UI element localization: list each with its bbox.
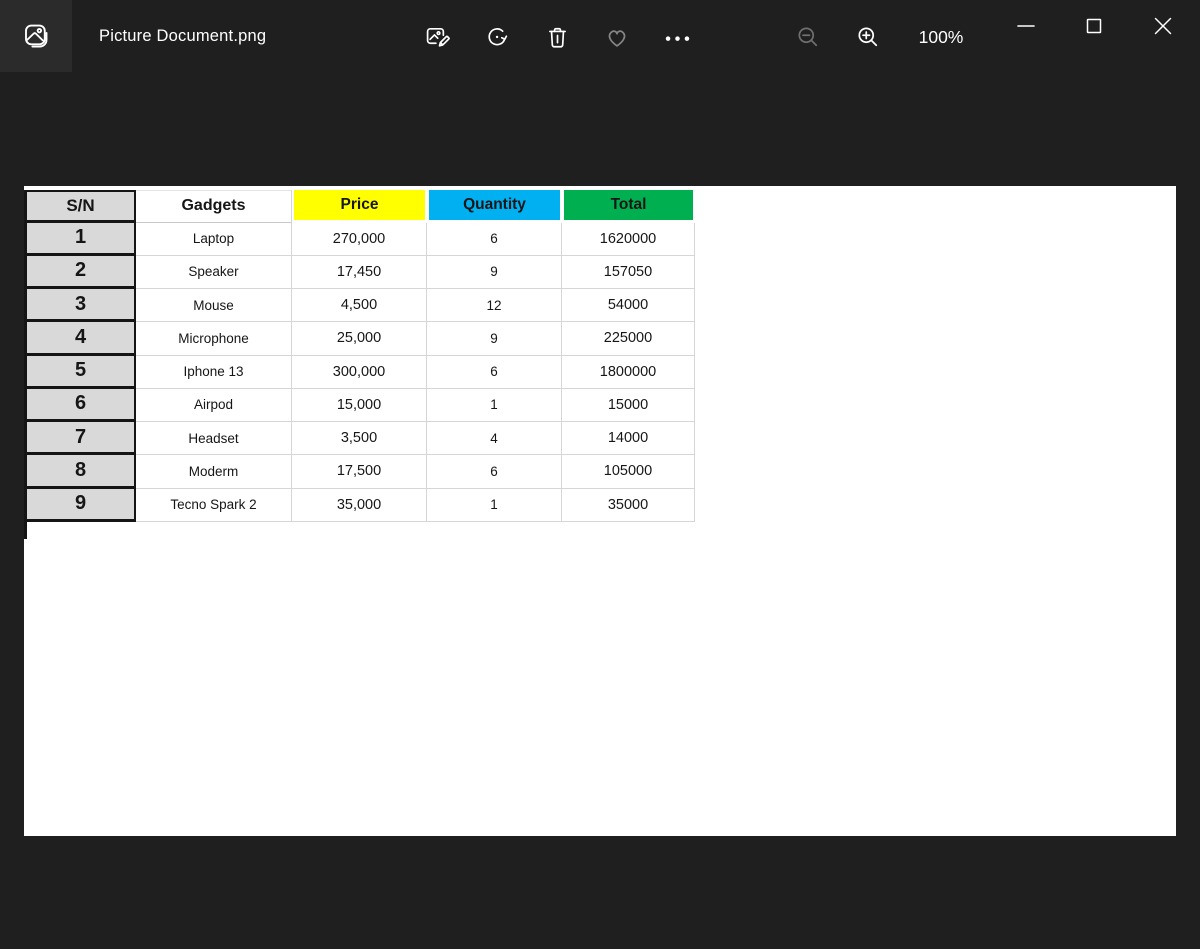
window-title: Picture Document.png	[99, 0, 266, 72]
cell-sn: 5	[24, 356, 136, 389]
photos-app-icon	[21, 21, 51, 51]
column-header-quantity: Quantity	[427, 190, 562, 223]
cell-price: 4,500	[292, 289, 427, 322]
image-canvas[interactable]: S/N Gadgets Price Quantity Total 1 Lapto…	[24, 186, 1176, 836]
heart-icon	[603, 23, 631, 51]
delete-button[interactable]	[533, 13, 581, 61]
cell-price: 270,000	[292, 223, 427, 256]
cell-sn: 9	[24, 489, 136, 522]
cell-price: 17,500	[292, 455, 427, 488]
cropped-row-border-stub	[24, 522, 27, 539]
photos-app-button[interactable]	[0, 0, 72, 72]
cell-total: 1620000	[562, 223, 695, 256]
zoom-in-icon	[855, 24, 881, 50]
edit-image-icon	[424, 24, 451, 51]
gadgets-table: S/N Gadgets Price Quantity Total 1 Lapto…	[24, 190, 695, 522]
close-icon	[1151, 14, 1175, 38]
cell-price: 25,000	[292, 322, 427, 355]
cell-price: 3,500	[292, 422, 427, 455]
more-options-button[interactable]	[653, 13, 701, 61]
cell-gadget: Laptop	[136, 223, 292, 256]
cell-total: 157050	[562, 256, 695, 289]
maximize-button[interactable]	[1071, 3, 1117, 49]
zoom-in-button[interactable]	[844, 13, 892, 61]
cell-quantity: 6	[427, 356, 562, 389]
cell-sn: 3	[24, 289, 136, 322]
cell-gadget: Speaker	[136, 256, 292, 289]
cell-total: 15000	[562, 389, 695, 422]
cell-quantity: 1	[427, 489, 562, 522]
cell-price: 35,000	[292, 489, 427, 522]
cell-gadget: Mouse	[136, 289, 292, 322]
cell-gadget: Moderm	[136, 455, 292, 488]
cell-quantity: 12	[427, 289, 562, 322]
minimize-icon	[1015, 15, 1037, 37]
column-header-sn: S/N	[24, 190, 136, 223]
cell-quantity: 6	[427, 223, 562, 256]
minimize-button[interactable]	[1003, 3, 1049, 49]
close-button[interactable]	[1140, 3, 1186, 49]
cell-gadget: Iphone 13	[136, 356, 292, 389]
maximize-icon	[1083, 15, 1105, 37]
more-options-icon	[664, 24, 691, 51]
cell-gadget: Airpod	[136, 389, 292, 422]
cell-price: 15,000	[292, 389, 427, 422]
cell-sn: 1	[24, 223, 136, 256]
cell-sn: 7	[24, 422, 136, 455]
column-header-total: Total	[562, 190, 695, 223]
cell-quantity: 9	[427, 322, 562, 355]
cell-sn: 8	[24, 455, 136, 488]
cell-gadget: Microphone	[136, 322, 292, 355]
zoom-out-icon	[795, 24, 821, 50]
zoom-level-label: 100%	[898, 13, 984, 61]
cell-sn: 4	[24, 322, 136, 355]
cell-total: 54000	[562, 289, 695, 322]
cell-sn: 6	[24, 389, 136, 422]
cell-quantity: 4	[427, 422, 562, 455]
zoom-out-button[interactable]	[784, 13, 832, 61]
cell-total: 225000	[562, 322, 695, 355]
cell-quantity: 1	[427, 389, 562, 422]
cell-price: 300,000	[292, 356, 427, 389]
cell-quantity: 9	[427, 256, 562, 289]
delete-icon	[544, 24, 571, 51]
edit-image-button[interactable]	[413, 13, 461, 61]
cell-total: 1800000	[562, 356, 695, 389]
column-header-gadgets: Gadgets	[136, 190, 292, 223]
cell-total: 14000	[562, 422, 695, 455]
cell-total: 105000	[562, 455, 695, 488]
rotate-icon	[484, 24, 511, 51]
cell-gadget: Headset	[136, 422, 292, 455]
cell-price: 17,450	[292, 256, 427, 289]
quantity-header-fill: Quantity	[429, 190, 560, 220]
cell-total: 35000	[562, 489, 695, 522]
rotate-button[interactable]	[473, 13, 521, 61]
column-header-price: Price	[292, 190, 427, 223]
favorite-button[interactable]	[593, 13, 641, 61]
title-bar: Picture Document.png	[0, 0, 1200, 72]
total-header-fill: Total	[564, 190, 693, 220]
cell-sn: 2	[24, 256, 136, 289]
cell-gadget: Tecno Spark 2	[136, 489, 292, 522]
price-header-fill: Price	[294, 190, 425, 220]
cell-quantity: 6	[427, 455, 562, 488]
